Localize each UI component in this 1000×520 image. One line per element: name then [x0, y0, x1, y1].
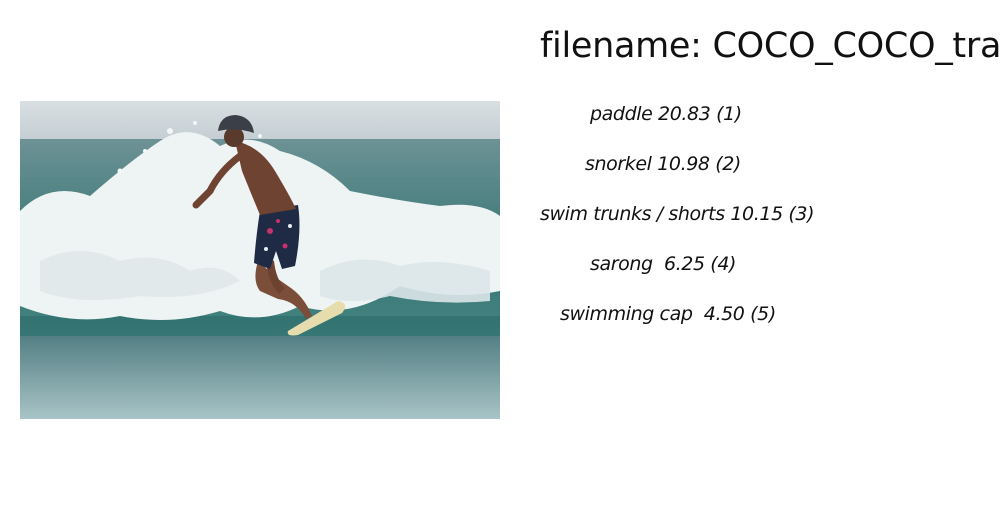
surfer-photo-graphic: [20, 101, 500, 419]
surfer-photo: [20, 101, 500, 419]
prediction-2: snorkel 10.98 (2): [585, 153, 741, 175]
filename-title: filename: COCO_COCO_train: [540, 26, 1000, 66]
prediction-5: swimming cap 4.50 (5): [560, 303, 776, 325]
prediction-1: paddle 20.83 (1): [590, 103, 742, 125]
prediction-4: sarong 6.25 (4): [590, 253, 737, 275]
prediction-3: swim trunks / shorts 10.15 (3): [540, 203, 815, 225]
